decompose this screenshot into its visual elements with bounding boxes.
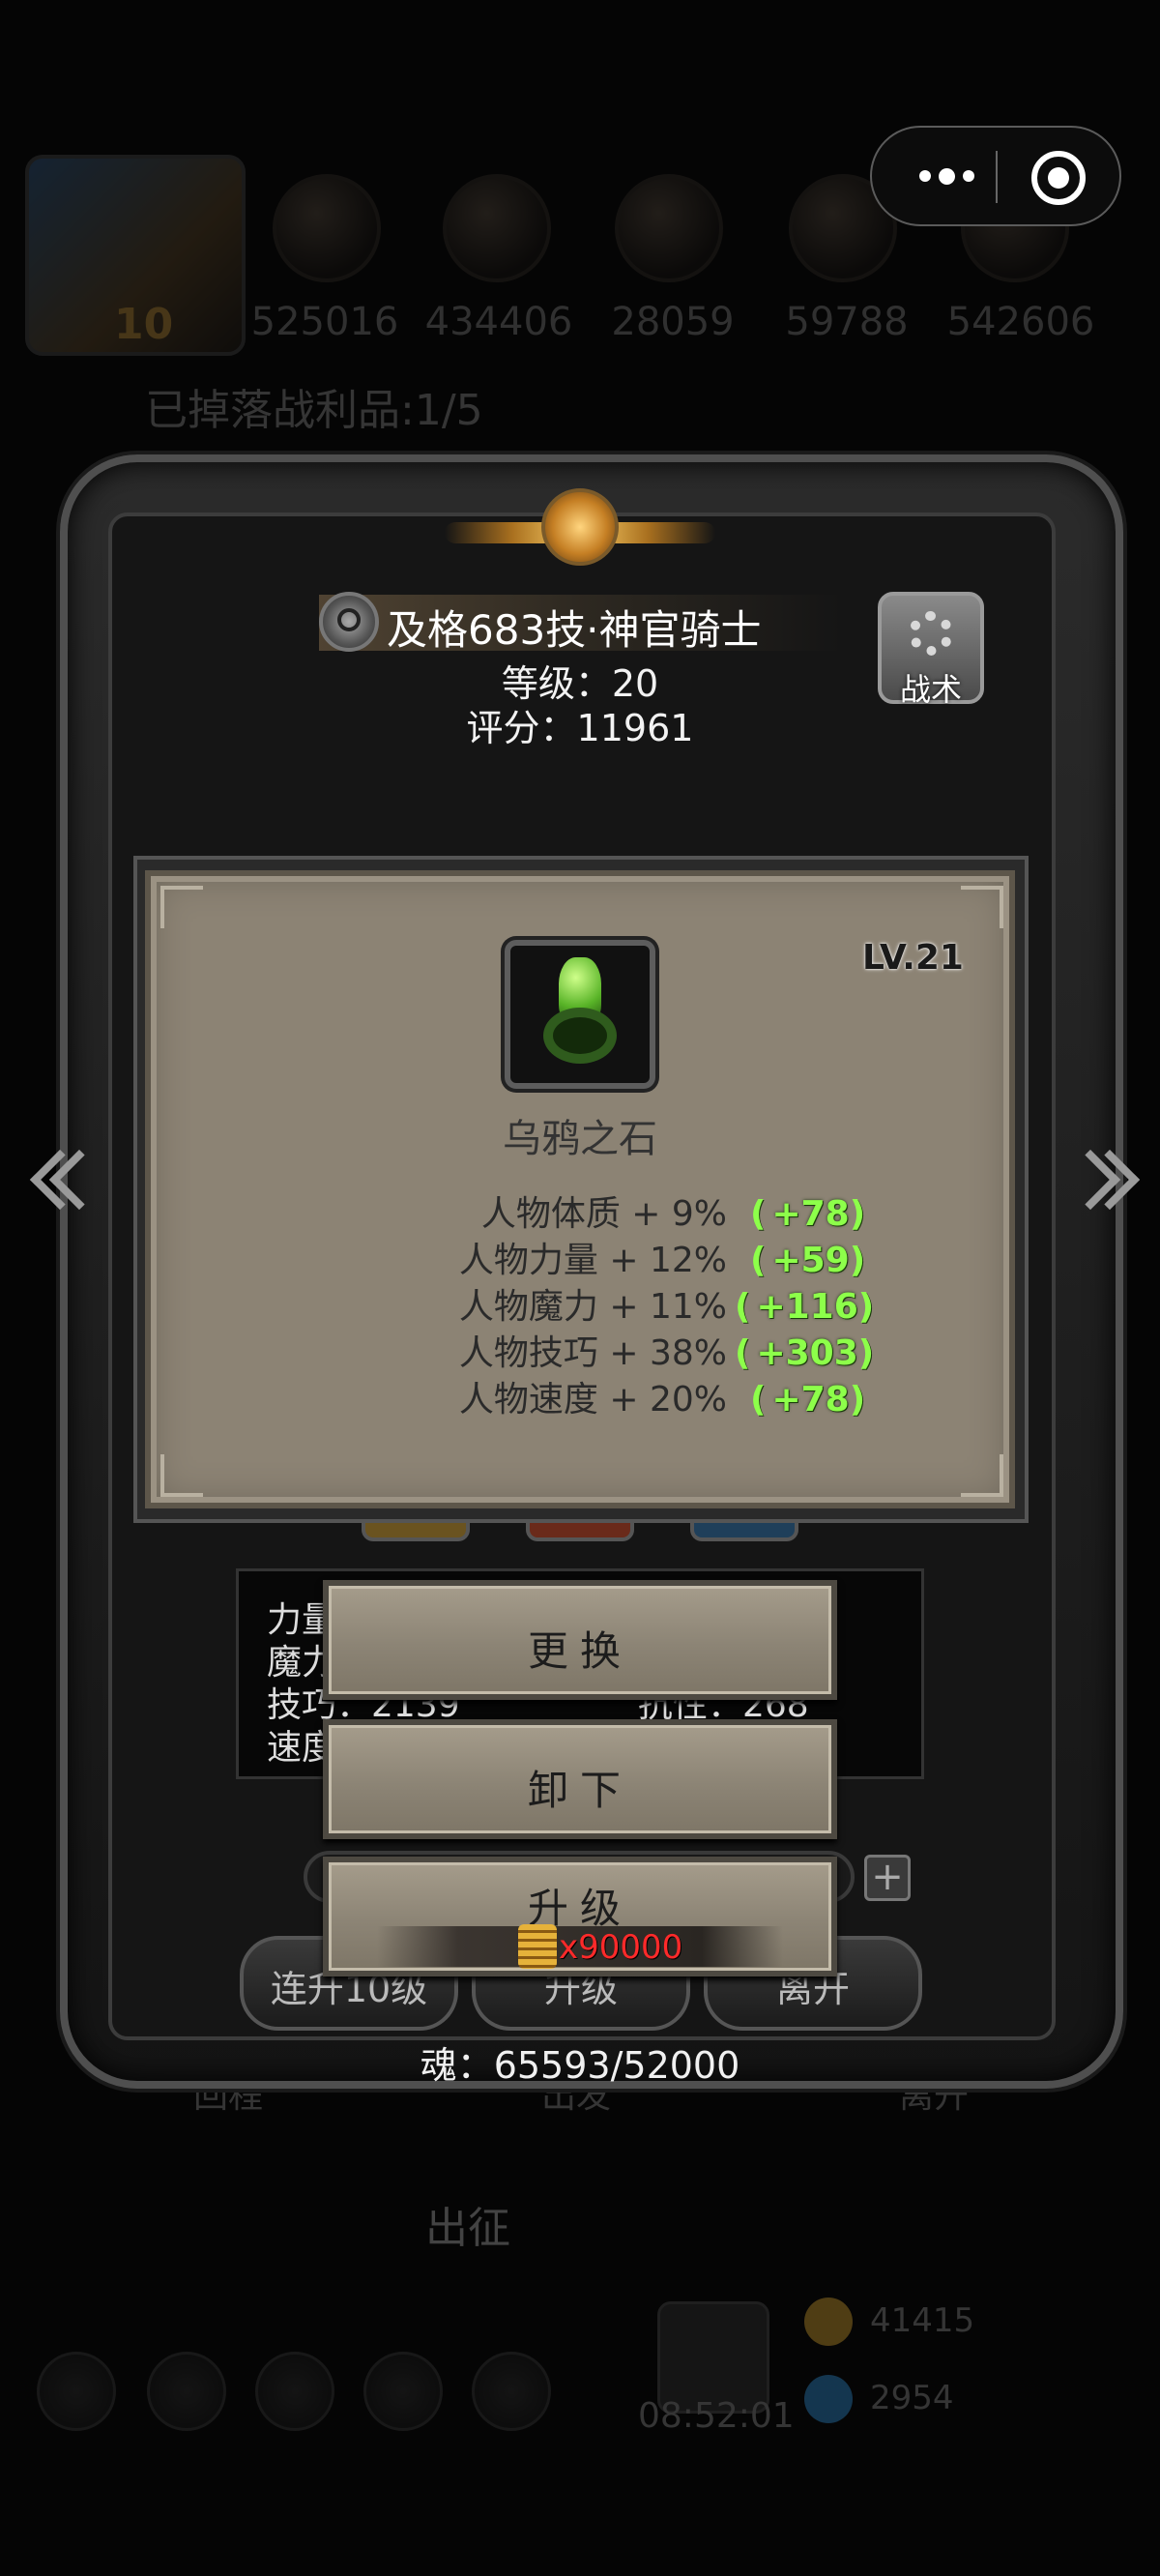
stat-label: 人物速度 + 20%: [458, 1380, 727, 1420]
stat-bonus: +59: [771, 1241, 850, 1280]
loot-status: 已掉落战利品:1/5: [145, 386, 483, 435]
hero-name: 及格683技·神官骑士: [387, 606, 762, 654]
upgrade-button[interactable]: 升级 x90000: [323, 1857, 837, 1976]
replace-button[interactable]: 更换: [323, 1580, 837, 1700]
menu-icon: [37, 2352, 116, 2431]
stat-label: 人物技巧 + 38%: [458, 1333, 727, 1373]
menu-icon: [472, 2352, 551, 2431]
gold-coin-icon: [518, 1924, 557, 1969]
tactics-button[interactable]: 战术: [878, 592, 984, 708]
hero-level-badge: 10: [114, 300, 174, 349]
resource-icon: [443, 174, 551, 282]
dialog-ornament: [445, 483, 715, 580]
stat-bonus: +116: [756, 1287, 858, 1327]
menu-icon: [363, 2352, 443, 2431]
item-level: LV.21: [862, 938, 964, 978]
gold-icon: [804, 2298, 853, 2346]
gem-icon: [804, 2375, 853, 2423]
more-dot-icon: [918, 170, 931, 182]
miniprogram-capsule: [870, 126, 1121, 226]
resource-icon: [615, 174, 723, 282]
resource-icon: [273, 174, 381, 282]
item-stat-row: 人物速度 + 20%(+78): [454, 1371, 865, 1420]
gem-amount: 2954: [870, 2379, 954, 2417]
stat-bonus: +78: [771, 1194, 850, 1234]
hero-score: 评分：11961: [466, 707, 694, 749]
resource-value: 59788: [785, 300, 909, 344]
close-miniprogram-icon[interactable]: [1031, 151, 1086, 205]
tactics-label: 战术: [899, 671, 962, 708]
unequip-button[interactable]: 卸下: [323, 1719, 837, 1839]
menu-icon: [147, 2352, 226, 2431]
more-dot-icon: [962, 170, 974, 182]
more-menu-button[interactable]: [903, 128, 990, 224]
unequip-label: 卸下: [527, 1767, 632, 1814]
resource-value: 525016: [250, 300, 399, 344]
next-hero-button[interactable]: [1059, 1131, 1141, 1228]
menu-icon: [255, 2352, 334, 2431]
stat-bonus: +78: [771, 1380, 850, 1420]
more-dot-icon: [938, 167, 955, 185]
upgrade-cost: x90000: [559, 1928, 683, 1967]
rank-medal-icon: [319, 592, 379, 652]
card-corner: [961, 1454, 1003, 1497]
card-corner: [160, 1454, 203, 1497]
item-stat-row: 人物技巧 + 38%(+303): [454, 1325, 874, 1373]
plus-button[interactable]: +: [864, 1855, 911, 1901]
card-corner: [961, 886, 1003, 928]
stat-bonus: +303: [756, 1333, 858, 1373]
item-stat-row: 人物力量 + 12%(+59): [454, 1232, 865, 1280]
timer: 08:52:01: [638, 2396, 795, 2436]
gold-amount: 41415: [870, 2301, 975, 2340]
resource-value: 542606: [946, 300, 1095, 344]
resource-value: 434406: [424, 300, 573, 344]
stat-label: 人物魔力 + 11%: [458, 1287, 727, 1327]
replace-label: 更换: [527, 1627, 632, 1675]
raven-stone-icon: [530, 957, 630, 1069]
stat-label: 人物力量 + 12%: [458, 1241, 727, 1280]
soul-counter: 魂：65593/52000: [420, 2044, 740, 2087]
item-stat-row: 人物魔力 + 11%(+116): [454, 1278, 874, 1327]
gear-icon: [909, 611, 953, 656]
stat-label: 人物体质 + 9%: [480, 1194, 727, 1234]
item-name: 乌鸦之石: [503, 1117, 657, 1161]
card-corner: [160, 886, 203, 928]
expedition-label: 出征: [425, 2204, 510, 2253]
item-stat-row: 人物体质 + 9%(+78): [454, 1186, 865, 1234]
capsule-divider: [996, 151, 998, 203]
resource-value: 28059: [611, 300, 735, 344]
previous-hero-button[interactable]: [19, 1131, 110, 1228]
